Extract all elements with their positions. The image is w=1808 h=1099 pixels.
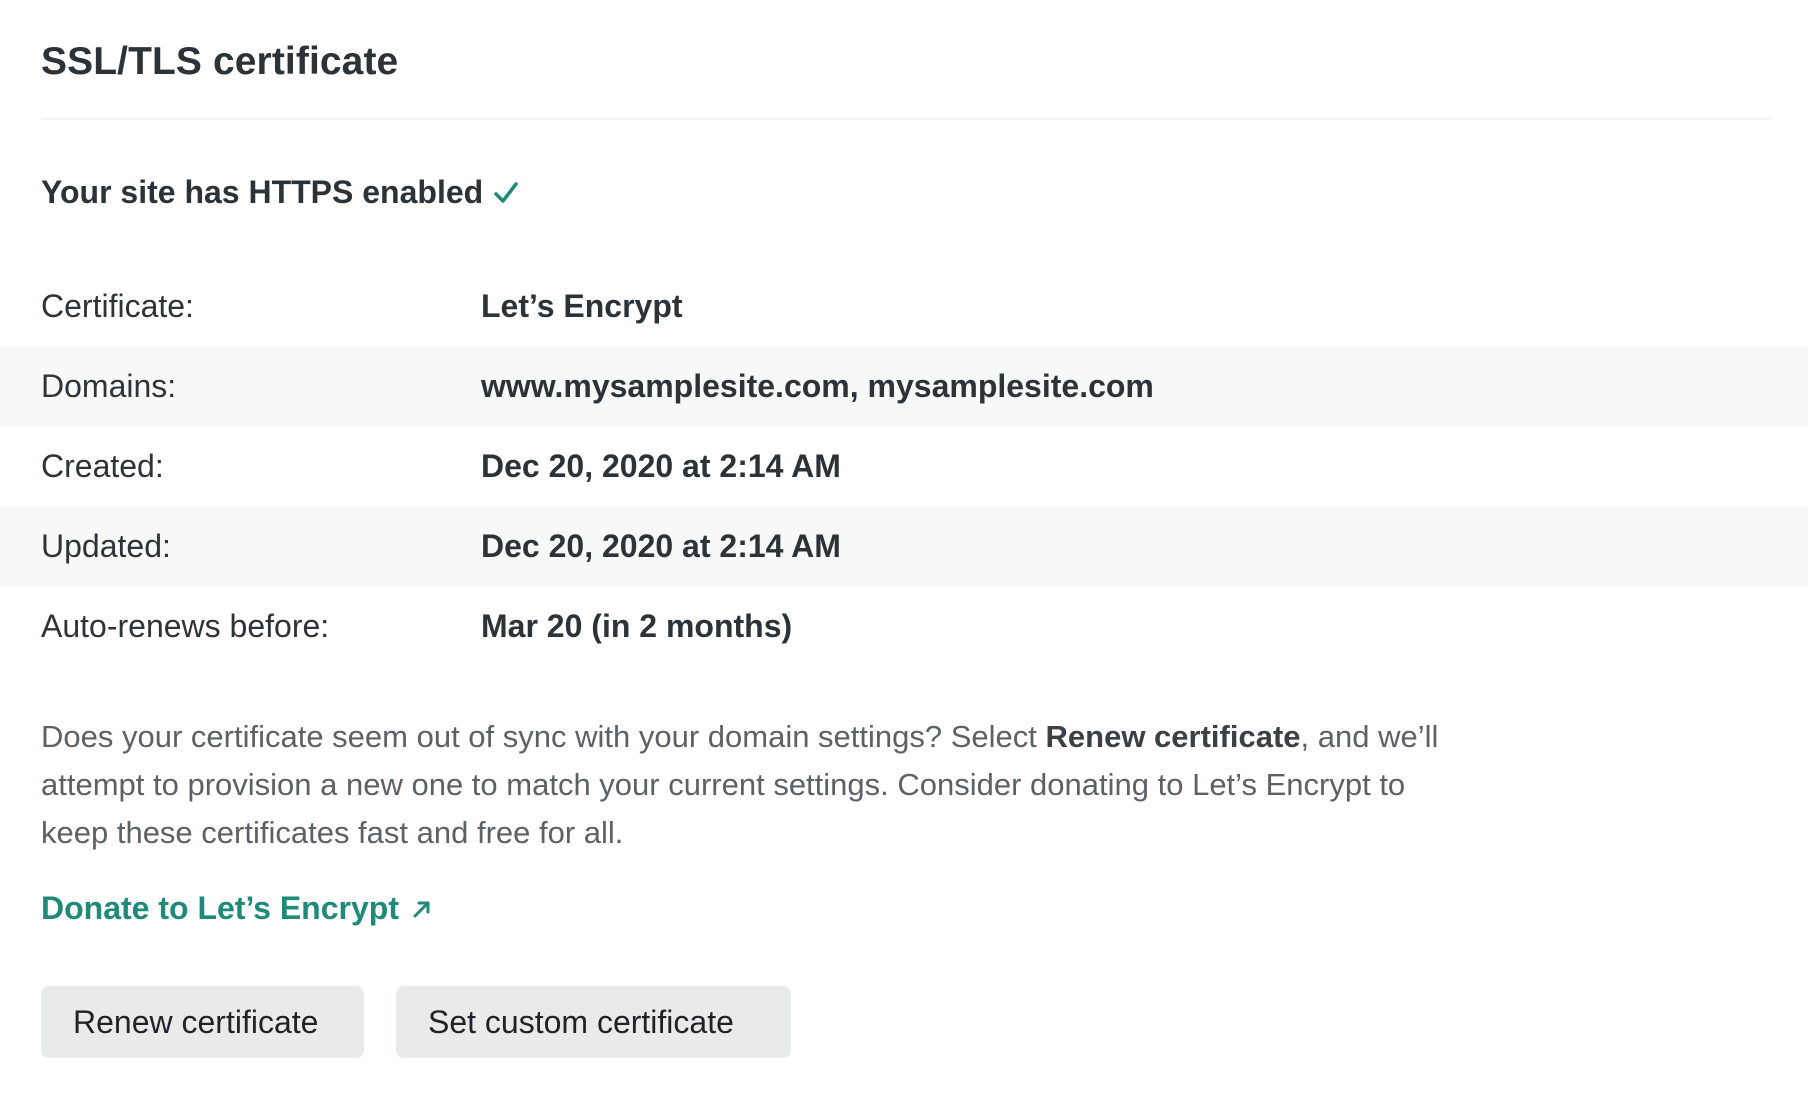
renew-certificate-button[interactable]: Renew certificate bbox=[41, 986, 364, 1058]
external-arrow-icon bbox=[411, 898, 433, 920]
set-custom-certificate-button[interactable]: Set custom certificate bbox=[396, 986, 791, 1058]
detail-value: Let’s Encrypt bbox=[481, 287, 683, 324]
description-emphasis: Renew certificate bbox=[1045, 719, 1301, 754]
ssl-certificate-panel: SSL/TLS certificate Your site has HTTPS … bbox=[0, 0, 1808, 1099]
detail-row-updated: Updated: Dec 20, 2020 at 2:14 AM bbox=[0, 506, 1808, 586]
detail-label: Certificate: bbox=[41, 287, 194, 324]
https-status: Your site has HTTPS enabled bbox=[41, 174, 519, 211]
detail-value: Dec 20, 2020 at 2:14 AM bbox=[481, 447, 841, 484]
detail-label: Auto-renews before: bbox=[41, 607, 330, 644]
detail-value: Dec 20, 2020 at 2:14 AM bbox=[481, 527, 841, 564]
detail-label: Updated: bbox=[41, 527, 171, 564]
donate-link-label: Donate to Let’s Encrypt bbox=[41, 890, 399, 926]
detail-value: Mar 20 (in 2 months) bbox=[481, 607, 793, 644]
action-buttons: Renew certificate Set custom certificate bbox=[41, 986, 791, 1058]
detail-row-domains: Domains: www.mysamplesite.com, mysamples… bbox=[0, 346, 1808, 426]
detail-value: www.mysamplesite.com, mysamplesite.com bbox=[481, 367, 1154, 404]
detail-row-auto-renews: Auto-renews before: Mar 20 (in 2 months) bbox=[0, 586, 1808, 666]
detail-label: Created: bbox=[41, 447, 164, 484]
section-title: SSL/TLS certificate bbox=[41, 40, 399, 83]
donate-link[interactable]: Donate to Let’s Encrypt bbox=[41, 890, 433, 927]
renew-description: Does your certificate seem out of sync w… bbox=[41, 713, 1441, 857]
detail-row-created: Created: Dec 20, 2020 at 2:14 AM bbox=[0, 426, 1808, 506]
detail-row-certificate: Certificate: Let’s Encrypt bbox=[0, 266, 1808, 346]
certificate-details: Certificate: Let’s Encrypt Domains: www.… bbox=[0, 266, 1808, 666]
https-status-text: Your site has HTTPS enabled bbox=[41, 174, 484, 210]
detail-label: Domains: bbox=[41, 367, 177, 404]
divider bbox=[41, 117, 1771, 120]
checkmark-icon bbox=[493, 180, 519, 206]
description-text: Does your certificate seem out of sync w… bbox=[41, 719, 1046, 754]
